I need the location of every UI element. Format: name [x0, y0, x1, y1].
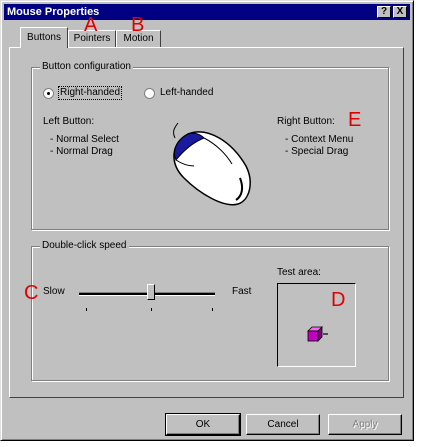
double-click-speed-slider[interactable]	[147, 284, 155, 300]
test-area-label: Test area:	[277, 267, 321, 278]
slider-tick	[86, 308, 87, 311]
right-button-item: - Context Menu	[285, 134, 354, 145]
button-configuration-label: Button configuration	[40, 61, 133, 72]
left-handed-label[interactable]: Left-handed	[160, 87, 213, 99]
ok-button[interactable]: OK	[165, 413, 241, 436]
annotation-b: B	[131, 14, 145, 36]
slow-label: Slow	[43, 286, 65, 297]
apply-button[interactable]: Apply	[328, 414, 402, 435]
right-handed-radio[interactable]	[43, 88, 54, 99]
double-click-speed-label: Double-click speed	[40, 240, 129, 251]
title-bar[interactable]: Mouse Properties ? X	[4, 4, 410, 20]
left-button-heading: Left Button:	[43, 116, 95, 127]
left-button-item: - Normal Drag	[50, 146, 113, 157]
help-button[interactable]: ?	[377, 6, 391, 18]
right-button-heading: Right Button:	[277, 116, 335, 127]
left-handed-radio[interactable]	[144, 88, 155, 99]
mouse-illustration-icon	[173, 122, 251, 206]
tab-buttons[interactable]: Buttons	[20, 27, 68, 48]
slider-tick	[151, 308, 152, 311]
tab-buttons-label: Buttons	[27, 32, 61, 43]
left-button-item: - Normal Select	[50, 134, 119, 145]
annotation-c: C	[24, 282, 39, 304]
help-icon: ?	[380, 6, 388, 17]
fast-label: Fast	[232, 286, 252, 297]
annotation-a: A	[84, 14, 98, 36]
right-handed-label[interactable]: Right-handed	[57, 86, 123, 100]
close-icon: X	[396, 6, 404, 17]
annotation-d: D	[331, 289, 346, 311]
close-button[interactable]: X	[393, 6, 407, 18]
jack-in-the-box-icon[interactable]	[306, 325, 332, 345]
right-button-item: - Special Drag	[285, 146, 349, 157]
cancel-button[interactable]: Cancel	[246, 414, 320, 435]
slider-tick	[212, 308, 213, 311]
annotation-e: E	[348, 109, 362, 131]
